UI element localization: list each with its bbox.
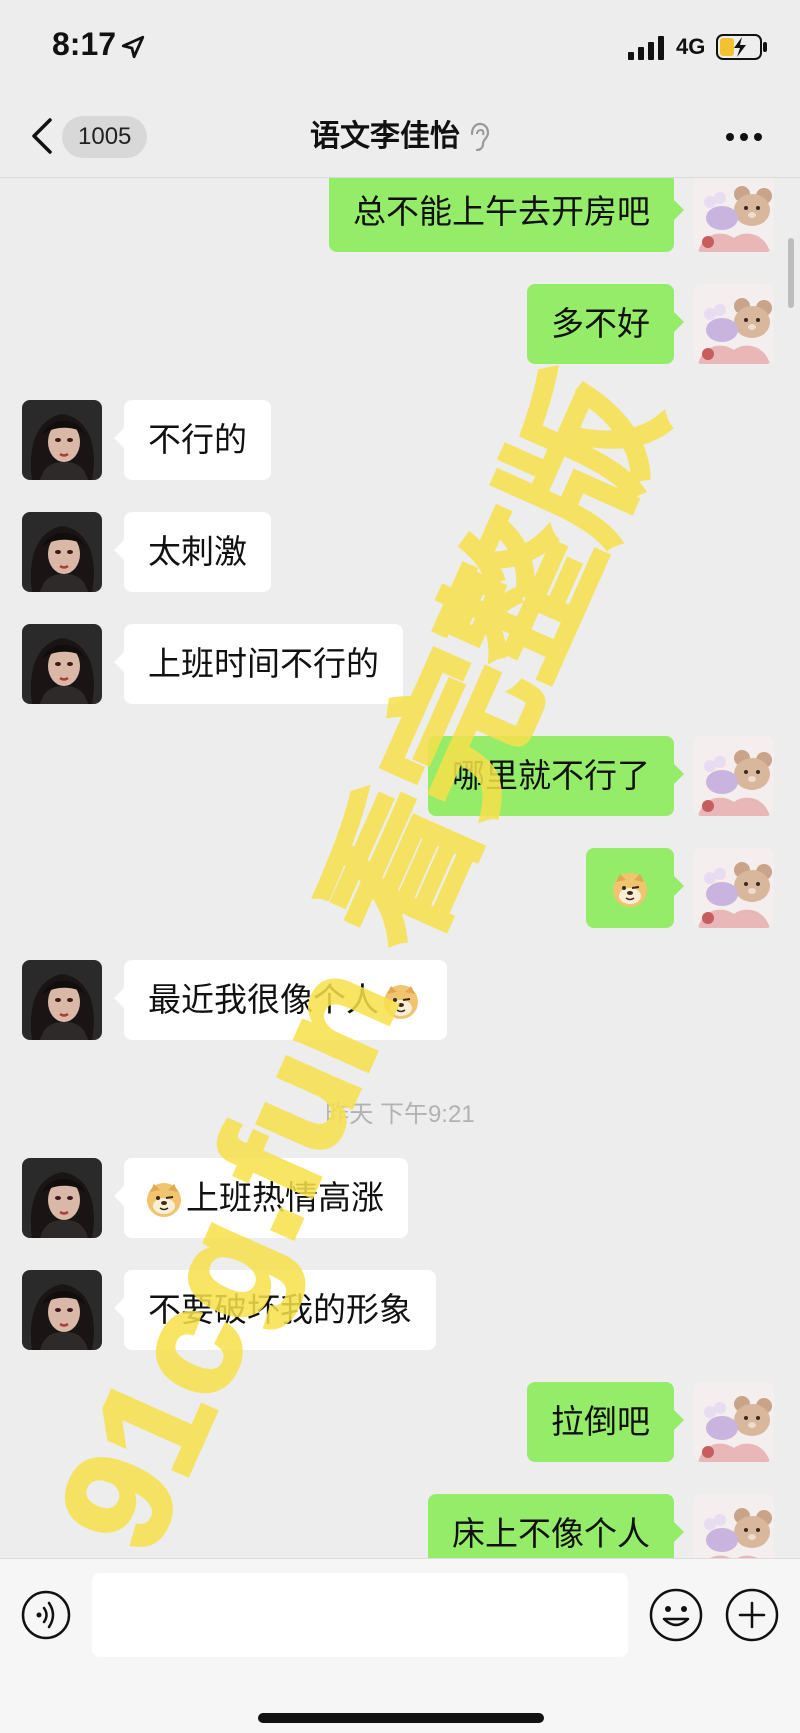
contact-avatar[interactable]	[22, 960, 102, 1040]
received-message-bubble[interactable]: 不行的	[114, 400, 271, 480]
doge-emoji-icon	[612, 871, 648, 908]
my-avatar[interactable]	[694, 1382, 774, 1462]
message-input[interactable]	[92, 1573, 628, 1657]
contact-avatar[interactable]	[22, 400, 102, 480]
my-avatar[interactable]	[694, 848, 774, 928]
sent-message-bubble[interactable]: 哪里就不行了	[428, 736, 684, 816]
contact-avatar[interactable]	[22, 1158, 102, 1238]
network-label: 4G	[676, 34, 706, 59]
contact-avatar[interactable]	[22, 624, 102, 704]
received-message-bubble[interactable]: 太刺激	[114, 512, 271, 592]
ear-icon	[470, 122, 490, 152]
received-message-bubble[interactable]: 上班时间不行的	[114, 624, 403, 704]
signal-bars-icon	[628, 36, 664, 60]
chat-title-container: 语文李佳怡	[0, 116, 800, 158]
sent-message-bubble[interactable]: 床上不像个人	[428, 1494, 684, 1558]
location-arrow-icon	[121, 35, 145, 59]
my-avatar[interactable]	[694, 736, 774, 816]
received-message-bubble[interactable]: 不要破坏我的形象	[114, 1270, 436, 1350]
contact-avatar[interactable]	[22, 1270, 102, 1350]
sent-message-bubble[interactable]: 总不能上午去开房吧	[329, 178, 684, 252]
received-message-bubble[interactable]: 最近我很像个人	[114, 960, 447, 1040]
sent-message-bubble[interactable]: 多不好	[527, 284, 684, 364]
message-text: 最近我很像个人	[148, 980, 379, 1019]
my-avatar[interactable]	[694, 284, 774, 364]
more-options-icon[interactable]	[722, 122, 766, 152]
more-actions-plus-icon[interactable]	[724, 1587, 780, 1643]
chat-title: 语文李佳怡	[310, 119, 460, 154]
chat-message-list[interactable]: 总不能上午去开房吧 多不好 不行的 太刺激 上班时间不行的 哪里就不行了 最近我…	[0, 178, 800, 1558]
voice-input-icon[interactable]	[20, 1589, 72, 1641]
chat-header: 1005 语文李佳怡	[0, 96, 800, 178]
doge-emoji-icon	[383, 983, 419, 1020]
status-time: 8:17	[52, 26, 117, 62]
sent-emoji-bubble[interactable]	[586, 848, 684, 928]
doge-emoji-icon	[146, 1181, 182, 1218]
message-text: 上班热情高涨	[186, 1178, 384, 1217]
received-message-bubble[interactable]: 上班热情高涨	[114, 1158, 408, 1238]
scroll-indicator[interactable]	[788, 238, 794, 308]
home-indicator[interactable]	[258, 1713, 544, 1723]
battery-charging-icon	[716, 34, 767, 60]
my-avatar[interactable]	[694, 1494, 774, 1558]
chat-input-bar	[0, 1558, 800, 1733]
status-bar: 8:17 4G	[0, 0, 800, 96]
emoji-picker-icon[interactable]	[648, 1587, 704, 1643]
contact-avatar[interactable]	[22, 512, 102, 592]
sent-message-bubble[interactable]: 拉倒吧	[527, 1382, 684, 1462]
message-timestamp: 昨天 下午9:21	[325, 1101, 475, 1128]
my-avatar[interactable]	[694, 178, 774, 252]
